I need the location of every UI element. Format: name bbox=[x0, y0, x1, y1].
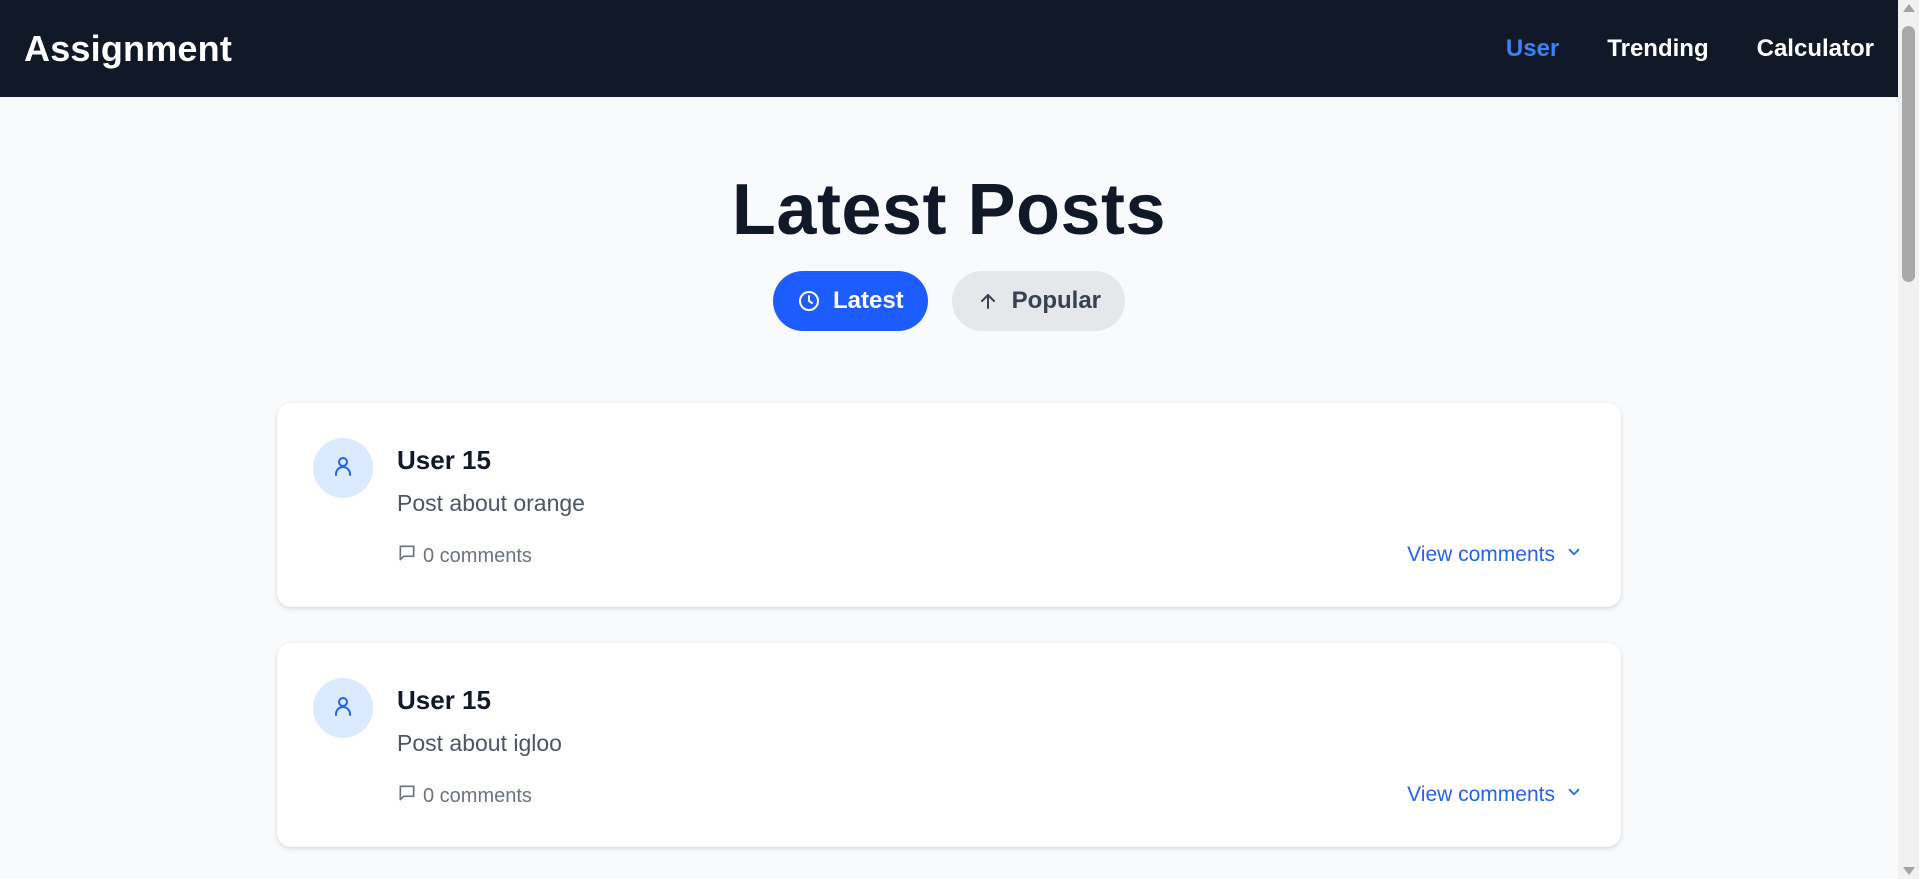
post-author: User 15 bbox=[397, 685, 491, 715]
post-content: Post about igloo bbox=[397, 730, 562, 756]
clock-icon bbox=[797, 289, 821, 313]
nav-link-calculator[interactable]: Calculator bbox=[1757, 35, 1874, 63]
sort-latest-label: Latest bbox=[832, 287, 904, 314]
app-page: Assignment User Trending Calculator Late… bbox=[0, 0, 1919, 879]
post-content: Post about orange bbox=[397, 490, 585, 516]
nav-link-trending[interactable]: Trending bbox=[1607, 35, 1708, 63]
nav-links: User Trending Calculator bbox=[1506, 35, 1874, 63]
top-navbar: Assignment User Trending Calculator bbox=[0, 0, 1898, 97]
chevron-down-icon bbox=[1565, 783, 1583, 807]
nav-link-user[interactable]: User bbox=[1506, 35, 1559, 63]
sort-popular-button[interactable]: Popular bbox=[951, 271, 1126, 331]
post-card: User 15 Post about orange 0 comments Vie… bbox=[277, 403, 1621, 607]
main-content: Latest Posts Latest Popular User 15 Post… bbox=[0, 97, 1898, 847]
comment-icon bbox=[397, 543, 417, 569]
user-icon bbox=[331, 694, 355, 723]
post-author: User 15 bbox=[397, 445, 491, 475]
comment-count-label: 0 comments bbox=[423, 784, 532, 807]
post-list: User 15 Post about orange 0 comments Vie… bbox=[277, 403, 1621, 847]
scroll-down-arrow-icon[interactable] bbox=[1903, 867, 1915, 875]
comment-count-label: 0 comments bbox=[423, 544, 532, 567]
comment-count: 0 comments bbox=[397, 783, 532, 809]
view-comments-button[interactable]: View comments bbox=[1407, 543, 1583, 567]
chevron-down-icon bbox=[1565, 543, 1583, 567]
user-icon bbox=[331, 454, 355, 483]
comment-count: 0 comments bbox=[397, 543, 532, 569]
scroll-thumb[interactable] bbox=[1902, 26, 1915, 282]
view-comments-label: View comments bbox=[1407, 543, 1555, 566]
view-comments-button[interactable]: View comments bbox=[1407, 783, 1583, 807]
arrow-up-icon bbox=[976, 289, 1000, 313]
vertical-scrollbar[interactable] bbox=[1898, 0, 1919, 879]
brand-logo-text[interactable]: Assignment bbox=[24, 28, 232, 70]
avatar bbox=[313, 678, 373, 738]
post-card: User 15 Post about igloo 0 comments View… bbox=[277, 643, 1621, 847]
avatar bbox=[313, 438, 373, 498]
scroll-up-arrow-icon[interactable] bbox=[1903, 4, 1915, 12]
sort-toggle: Latest Popular bbox=[0, 271, 1898, 331]
view-comments-label: View comments bbox=[1407, 783, 1555, 806]
comment-icon bbox=[397, 783, 417, 809]
sort-latest-button[interactable]: Latest bbox=[772, 271, 928, 331]
sort-popular-label: Popular bbox=[1011, 287, 1102, 314]
page-title: Latest Posts bbox=[731, 170, 1167, 250]
